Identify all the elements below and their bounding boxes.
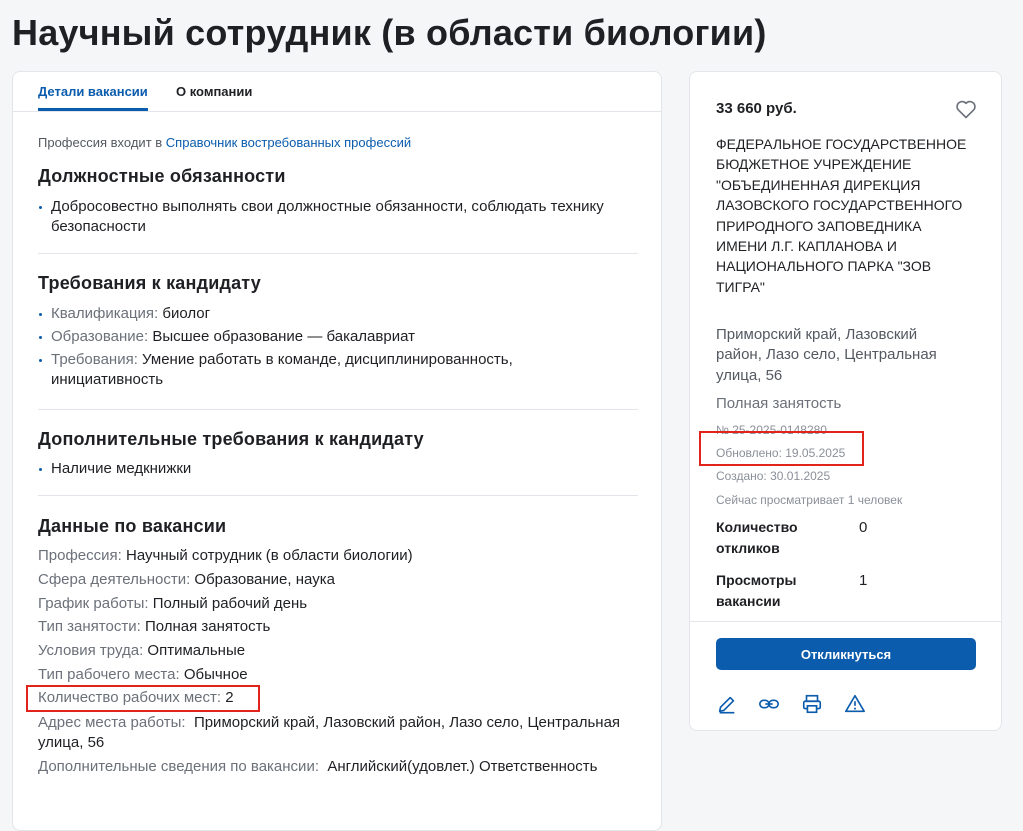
requirements-heading: Требования к кандидату (38, 273, 261, 293)
print-icon[interactable] (801, 693, 823, 715)
row-value: Научный сотрудник (в области биологии) (126, 547, 413, 564)
data-row-employment-type: Тип занятости: Полная занятость (38, 617, 638, 637)
row-label: Тип рабочего места: (38, 666, 180, 683)
vacancy-details-card: Детали вакансии О компании Профессия вхо… (12, 71, 662, 831)
duties-list: Добросовестно выполнять свои должностные… (38, 197, 628, 237)
profession-note-prefix: Профессия входит в (38, 135, 163, 150)
profession-directory-link[interactable]: Справочник востребованных профессий (166, 135, 411, 150)
list-item: Образование: Высшее образование — бакала… (38, 327, 628, 347)
highlight-box (699, 431, 864, 466)
data-row-profession: Профессия: Научный сотрудник (в области … (38, 546, 638, 566)
views-label: Просмотры вакансии (716, 572, 797, 609)
divider (38, 495, 638, 496)
extra-requirements-heading: Дополнительные требования к кандидату (38, 429, 424, 449)
list-item: Требования: Умение работать в команде, д… (38, 350, 628, 390)
duties-heading: Должностные обязанности (38, 166, 286, 186)
req-label: Образование: (51, 328, 149, 345)
highlight-box (26, 685, 260, 712)
data-row-field: Сфера деятельности: Образование, наука (38, 570, 638, 590)
edit-icon[interactable] (716, 693, 738, 715)
salary: 33 660 руб. (716, 100, 797, 117)
active-tab-indicator (38, 108, 148, 111)
vacancy-data-heading: Данные по вакансии (38, 516, 227, 536)
list-item: Добросовестно выполнять свои должностные… (38, 197, 628, 237)
row-label: Адрес места работы: (38, 714, 186, 731)
report-warning-icon[interactable] (844, 693, 866, 715)
tabs-bar: Детали вакансии О компании (13, 72, 661, 112)
data-row-conditions: Условия труда: Оптимальные (38, 641, 638, 661)
row-label: Дополнительные сведения по вакансии: (38, 758, 319, 775)
row-value: Образование, наука (194, 571, 335, 588)
vacancy-summary-card: 33 660 руб. ФЕДЕРАЛЬНОЕ ГОСУДАРСТВЕННОЕ … (689, 71, 1002, 731)
row-label: Условия труда: (38, 642, 144, 659)
data-row-work-address: Адрес места работы: Приморский край, Лаз… (38, 713, 638, 753)
list-item: Квалификация: биолог (38, 304, 628, 324)
extra-requirements-list: Наличие медкнижки (38, 459, 628, 479)
data-row-workplace-type: Тип рабочего места: Обычное (38, 665, 638, 685)
company-address: Приморский край, Лазовский район, Лазо с… (716, 326, 937, 384)
company-name[interactable]: ФЕДЕРАЛЬНОЕ ГОСУДАРСТВЕННОЕ БЮДЖЕТНОЕ УЧ… (716, 134, 976, 297)
requirements-list: Квалификация: биолог Образование: Высшее… (38, 304, 628, 390)
viewing-now: Сейчас просматривает 1 человек (716, 493, 903, 507)
profession-note: Профессия входит в Справочник востребова… (38, 135, 411, 150)
responses-value: 0 (859, 519, 868, 536)
row-label: Профессия: (38, 547, 122, 564)
row-value: Английский(удовлет.) Ответственность (327, 758, 598, 775)
link-icon[interactable] (758, 693, 780, 715)
req-value: Высшее образование — бакалавриат (152, 328, 415, 345)
apply-button[interactable]: Откликнуться (716, 638, 976, 670)
data-row-additional-info: Дополнительные сведения по вакансии: Анг… (38, 757, 638, 777)
views-value: 1 (859, 572, 868, 589)
divider (38, 409, 638, 410)
employment-type: Полная занятость (716, 395, 842, 412)
req-label: Квалификация: (51, 305, 159, 322)
tab-about-company[interactable]: О компании (176, 84, 252, 99)
row-label: Сфера деятельности: (38, 571, 191, 588)
responses-label: Количество откликов (716, 519, 798, 556)
row-value: Полная занятость (144, 618, 271, 635)
row-label: Тип занятости: (38, 618, 141, 635)
created-date: Создано: 30.01.2025 (716, 469, 831, 483)
row-value: Оптимальные (147, 642, 246, 659)
req-label: Требования: (51, 351, 138, 368)
req-value: биолог (162, 305, 211, 322)
divider (38, 253, 638, 254)
heart-icon[interactable] (954, 97, 978, 121)
row-value: Полный рабочий день (152, 595, 308, 612)
divider (690, 621, 1001, 622)
tab-vacancy-details[interactable]: Детали вакансии (38, 84, 148, 99)
row-value: Обычное (183, 666, 248, 683)
list-item: Наличие медкнижки (38, 459, 628, 479)
data-row-schedule: График работы: Полный рабочий день (38, 594, 638, 614)
page-title: Научный сотрудник (в области биологии) (12, 12, 767, 53)
row-label: График работы: (38, 595, 149, 612)
